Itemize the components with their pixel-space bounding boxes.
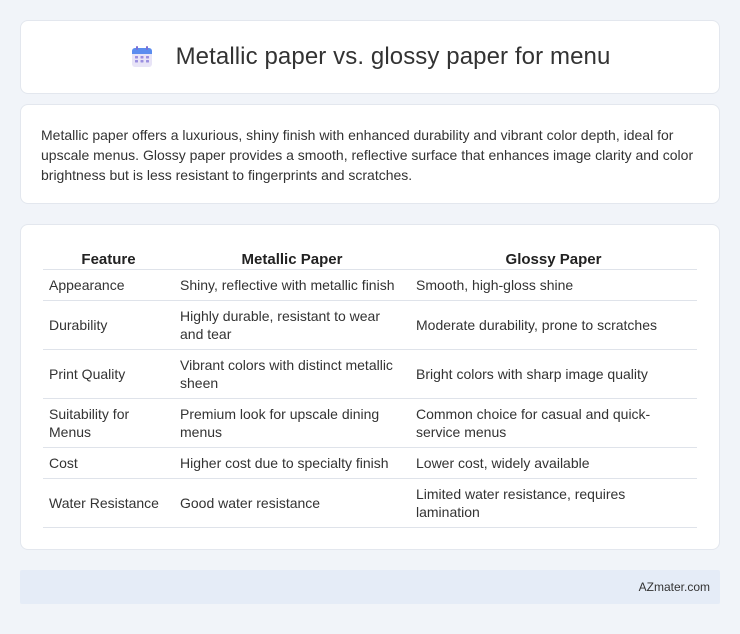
metallic-cell: Good water resistance [174, 478, 410, 528]
table-row: Water Resistance Good water resistance L… [43, 478, 697, 528]
header-glossy: Glossy Paper [410, 245, 697, 270]
footer-brand[interactable]: AZmater.com [639, 580, 710, 594]
feature-cell: Suitability for Menus [43, 398, 174, 448]
metallic-cell: Shiny, reflective with metallic finish [174, 269, 410, 301]
table-header-row: Feature Metallic Paper Glossy Paper [43, 245, 697, 270]
table-row: Appearance Shiny, reflective with metall… [43, 269, 697, 301]
glossy-cell: Common choice for casual and quick-servi… [410, 398, 697, 448]
table-row: Cost Higher cost due to specialty finish… [43, 447, 697, 479]
feature-cell: Appearance [43, 269, 174, 301]
glossy-cell: Moderate durability, prone to scratches [410, 300, 697, 350]
description-text: Metallic paper offers a luxurious, shiny… [41, 127, 694, 183]
table-row: Suitability for Menus Premium look for u… [43, 398, 697, 448]
feature-cell: Cost [43, 447, 174, 479]
table-row: Durability Highly durable, resistant to … [43, 300, 697, 350]
glossy-cell: Limited water resistance, requires lamin… [410, 478, 697, 528]
comparison-table-card: Feature Metallic Paper Glossy Paper Appe… [20, 224, 720, 550]
description-card: Metallic paper offers a luxurious, shiny… [20, 104, 720, 204]
metallic-cell: Highly durable, resistant to wear and te… [174, 300, 410, 350]
feature-cell: Water Resistance [43, 478, 174, 528]
metallic-cell: Higher cost due to specialty finish [174, 447, 410, 479]
glossy-cell: Bright colors with sharp image quality [410, 349, 697, 399]
feature-cell: Print Quality [43, 349, 174, 399]
metallic-cell: Premium look for upscale dining menus [174, 398, 410, 448]
header-feature: Feature [43, 245, 174, 270]
header-metallic: Metallic Paper [174, 245, 410, 270]
title-card: Metallic paper vs. glossy paper for menu [20, 20, 720, 94]
footer: AZmater.com [20, 570, 720, 604]
metallic-cell: Vibrant colors with distinct metallic sh… [174, 349, 410, 399]
glossy-cell: Lower cost, widely available [410, 447, 697, 479]
glossy-cell: Smooth, high-gloss shine [410, 269, 697, 301]
comparison-table: Feature Metallic Paper Glossy Paper Appe… [43, 245, 697, 528]
page-title: Metallic paper vs. glossy paper for menu [175, 43, 611, 70]
calendar-icon [131, 46, 152, 67]
table-row: Print Quality Vibrant colors with distin… [43, 349, 697, 399]
feature-cell: Durability [43, 300, 174, 350]
